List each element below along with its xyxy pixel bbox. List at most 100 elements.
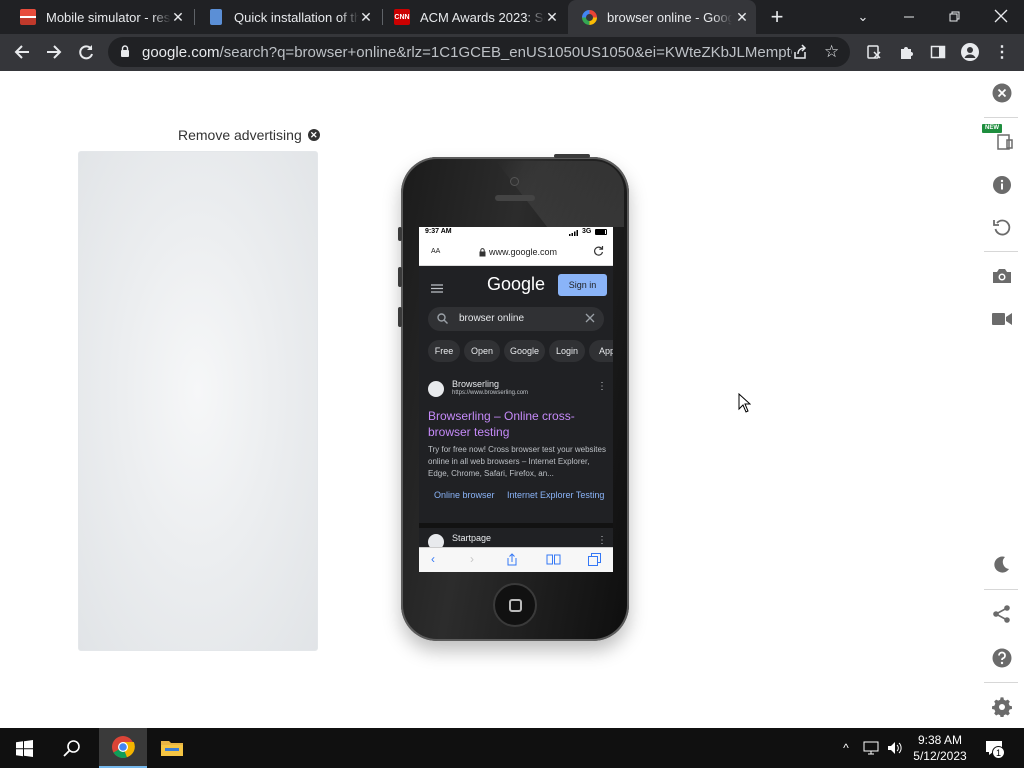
google-mobile-header: Google Sign in — [419, 266, 613, 304]
tab-mobile-simulator[interactable]: Mobile simulator - responsive testing ✕ — [6, 0, 192, 34]
help-icon[interactable] — [990, 646, 1014, 670]
sign-in-button[interactable]: Sign in — [558, 274, 607, 296]
close-tab-icon[interactable]: ✕ — [358, 9, 374, 25]
show-hidden-icons-chevron[interactable]: ^ — [838, 728, 854, 768]
tab-title: ACM Awards 2023: See — [420, 9, 545, 25]
camera-icon[interactable] — [990, 264, 1014, 288]
info-icon[interactable] — [990, 173, 1014, 197]
url-text: google.com/search?q=browser+online&rlz=1… — [142, 44, 792, 61]
close-panel-icon[interactable] — [990, 81, 1014, 105]
extension-icon[interactable] — [862, 40, 886, 64]
earpiece-speaker — [495, 195, 535, 201]
result-url: https://www.browserling.com — [452, 390, 529, 396]
dark-mode-moon-icon[interactable] — [990, 552, 1014, 576]
home-button[interactable] — [493, 583, 537, 627]
forward-icon[interactable]: › — [470, 552, 474, 566]
forward-button[interactable] — [42, 40, 66, 64]
restore-window-button[interactable] — [943, 5, 967, 29]
search-icon[interactable] — [48, 728, 96, 768]
clock-date: 5/12/2023 — [913, 749, 967, 763]
reload-icon[interactable] — [593, 245, 604, 258]
tab-strip: Mobile simulator - responsive testing ✕ … — [0, 0, 1024, 34]
tab-search-icon[interactable]: ⌄ — [851, 5, 875, 29]
close-tab-icon[interactable]: ✕ — [170, 9, 186, 25]
browser-menu-icon[interactable]: ⋮ — [990, 40, 1014, 64]
search-chip[interactable]: Open — [464, 340, 500, 362]
search-chip[interactable]: Free — [428, 340, 460, 362]
new-badge: NEW — [982, 124, 1002, 133]
windows-taskbar: ^ 9:38 AM 5/12/2023 1 — [0, 728, 1024, 768]
tab-title: browser online - Google Search — [607, 9, 732, 25]
more-options-icon[interactable]: ⋮ — [597, 381, 607, 392]
remove-advertising-link[interactable]: Remove advertising ✕ — [178, 127, 320, 143]
phone-screen[interactable]: 9:37 AM 3G AA www.google.com Google Sign… — [419, 227, 613, 572]
mobile-address-bar[interactable]: AA www.google.com — [419, 238, 613, 266]
settings-gear-icon[interactable] — [990, 695, 1014, 719]
volume-up-button — [398, 267, 402, 287]
close-circle-icon[interactable]: ✕ — [307, 129, 320, 141]
side-panel-icon[interactable] — [926, 40, 950, 64]
address-bar[interactable]: google.com/search?q=browser+online&rlz=1… — [108, 37, 850, 67]
bookmarks-icon[interactable] — [546, 554, 561, 568]
hamburger-menu-icon[interactable] — [431, 280, 443, 298]
network-icon[interactable] — [860, 728, 882, 768]
result-snippet: Try for free now! Cross browser test you… — [428, 445, 606, 478]
search-chip[interactable]: Login — [549, 340, 585, 362]
front-camera — [510, 177, 519, 186]
result-title-link[interactable]: Browserling – Online cross-browser testi… — [428, 408, 608, 440]
google-logo[interactable]: Google — [487, 274, 545, 295]
windows-start-button[interactable] — [0, 728, 48, 768]
browser-toolbar: google.com/search?q=browser+online&rlz=1… — [0, 34, 1024, 71]
close-tab-icon[interactable]: ✕ — [734, 9, 750, 25]
divider — [984, 589, 1018, 590]
text-size-button[interactable]: AA — [431, 248, 440, 255]
profile-avatar[interactable] — [958, 40, 982, 64]
video-camera-icon[interactable] — [990, 307, 1014, 331]
reload-button[interactable] — [74, 40, 98, 64]
phone-status-bar: 9:37 AM 3G — [419, 227, 613, 238]
mobile-search-box[interactable]: browser online — [428, 307, 604, 331]
back-button[interactable] — [10, 40, 34, 64]
divider — [984, 682, 1018, 683]
clear-search-icon[interactable] — [585, 313, 595, 326]
minimize-window-button[interactable] — [897, 5, 921, 29]
tab-title: Quick installation of the — [234, 9, 359, 25]
clock[interactable]: 9:38 AM 5/12/2023 — [908, 728, 972, 768]
search-chip[interactable]: Google — [504, 340, 545, 362]
more-options-icon[interactable]: ⋮ — [597, 535, 607, 546]
lock-icon — [479, 248, 486, 259]
notification-count-badge: 1 — [992, 746, 1005, 759]
close-tab-icon[interactable]: ✕ — [544, 9, 560, 25]
tab-acm-awards[interactable]: CNN ACM Awards 2023: See ✕ — [380, 0, 566, 34]
back-icon[interactable]: ‹ — [431, 552, 435, 566]
notification-center-icon[interactable]: 1 — [980, 728, 1008, 768]
result-site-name: Startpage — [452, 533, 492, 543]
status-time: 9:37 AM — [425, 228, 452, 235]
mouse-cursor-icon — [738, 392, 752, 418]
file-explorer-icon[interactable] — [148, 728, 196, 768]
sitelink[interactable]: Online browser — [434, 490, 495, 500]
lock-icon[interactable] — [120, 45, 130, 63]
chrome-taskbar-button[interactable] — [99, 728, 147, 768]
sitelink[interactable]: Internet Explorer Testing — [507, 490, 604, 500]
new-tab-button[interactable]: + — [765, 5, 789, 29]
bookmark-star-icon[interactable]: ☆ — [824, 42, 839, 62]
mute-switch — [398, 227, 402, 241]
share-icon[interactable] — [506, 553, 518, 569]
mobile-simulator-favicon — [20, 9, 36, 25]
divider — [984, 117, 1018, 118]
tabs-icon[interactable] — [588, 553, 601, 569]
search-chip[interactable]: App — [589, 340, 613, 362]
share-icon[interactable] — [792, 44, 808, 65]
search-result[interactable]: Browserling https://www.browserling.com … — [419, 373, 613, 519]
tab-browser-online[interactable]: browser online - Google Search ✕ — [568, 0, 756, 34]
tab-quick-installation[interactable]: Quick installation of the ✕ — [194, 0, 380, 34]
page-content: Remove advertising ✕ 9:37 AM 3G AA www.g… — [0, 71, 1024, 728]
tab-title: Mobile simulator - responsive testing — [46, 9, 171, 25]
extensions-puzzle-icon[interactable] — [894, 40, 918, 64]
close-window-button[interactable] — [989, 5, 1013, 29]
volume-icon[interactable] — [884, 728, 906, 768]
rotate-icon[interactable] — [990, 215, 1014, 239]
network-type: 3G — [582, 228, 592, 235]
share-icon[interactable] — [990, 602, 1014, 626]
